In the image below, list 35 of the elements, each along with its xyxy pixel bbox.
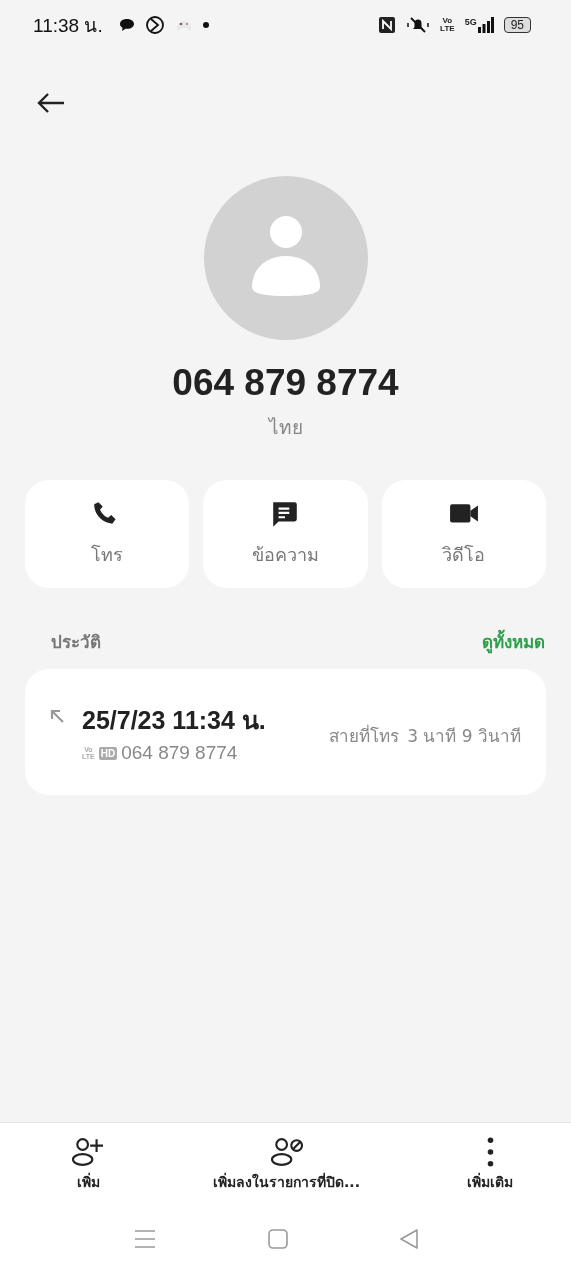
call-type: สายที่โทร <box>329 723 400 748</box>
toolbar-button[interactable]: เพิ่มลงในรายการที่ปิด... <box>213 1137 360 1193</box>
bell-muted-icon <box>406 16 431 34</box>
person-icon <box>249 215 322 297</box>
menu-icon[interactable] <box>134 1229 156 1249</box>
network-type: 5G <box>464 17 477 27</box>
nfc-icon <box>378 16 397 34</box>
battery-level: 95 <box>503 17 531 33</box>
call-duration: 3 นาที 9 วินาที <box>407 724 521 748</box>
signal-icon <box>477 17 494 33</box>
toolbar-button[interactable]: เพิ่มเติม <box>467 1137 513 1193</box>
call-number: 064 879 8774 <box>121 742 238 764</box>
view-all-link[interactable]: ดูทั้งหมด <box>482 628 545 655</box>
outgoing-arrow-icon <box>49 708 66 725</box>
gamepad-icon <box>174 18 193 32</box>
section-title: ประวัติ <box>51 631 101 654</box>
action-button[interactable]: โทร <box>25 480 190 588</box>
chat-bubble-icon <box>118 18 135 32</box>
action-button[interactable]: ข้อความ <box>203 480 368 588</box>
block-person-icon <box>268 1137 305 1167</box>
play-circle-icon <box>144 15 165 35</box>
phone-number: 064 879 8774 <box>171 362 400 404</box>
home-square-icon[interactable] <box>267 1229 288 1249</box>
back-arrow-icon[interactable] <box>36 92 66 114</box>
region-label: ไทย <box>267 415 304 440</box>
action-button[interactable]: วิดีโอ <box>381 480 546 588</box>
volte-label: Vo LTE <box>440 17 455 33</box>
add-person-icon <box>70 1137 106 1167</box>
toolbar-button[interactable]: เพิ่ม <box>70 1137 106 1193</box>
status-time: 11:38 น. <box>33 14 103 38</box>
back-triangle-icon[interactable] <box>399 1229 419 1249</box>
more-vertical-icon <box>486 1137 494 1167</box>
dot-icon <box>202 22 209 28</box>
hd-badge: HD <box>98 746 118 760</box>
call-datetime: 25/7/23 11:34 น. <box>82 705 266 736</box>
